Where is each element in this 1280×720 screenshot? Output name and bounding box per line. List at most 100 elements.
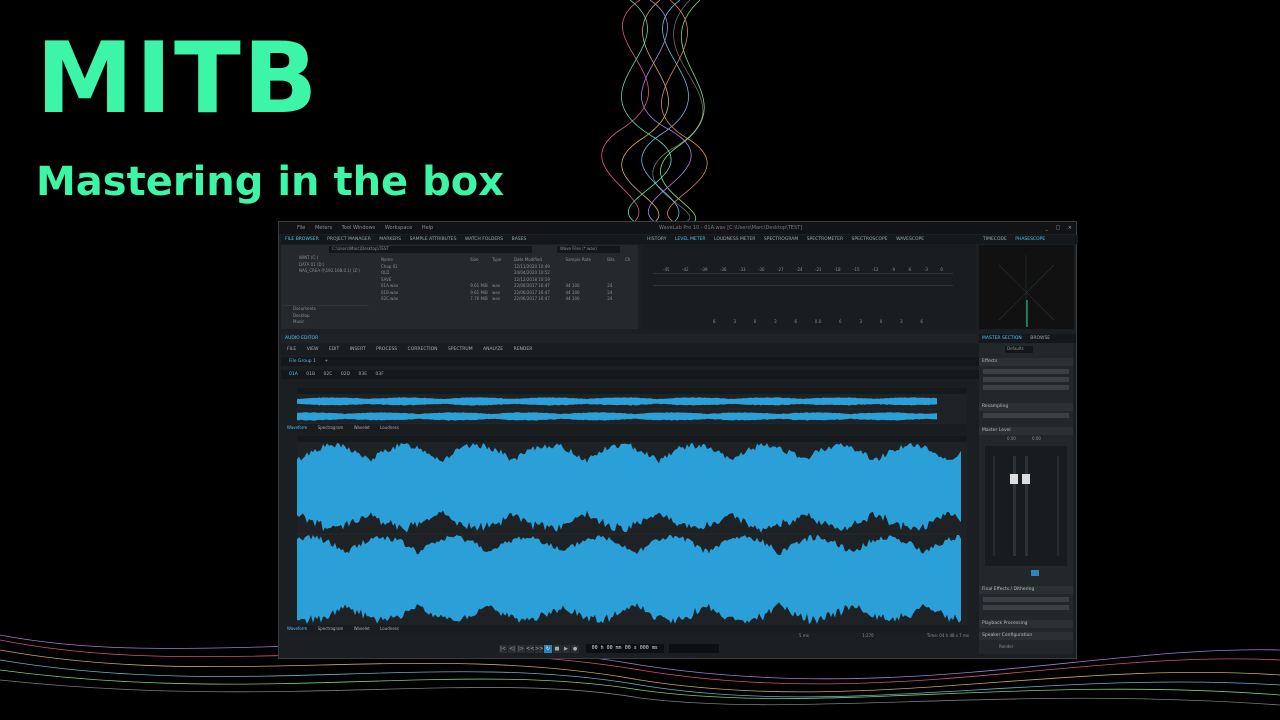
tab-spectrometer[interactable]: SPECTROMETER — [807, 237, 843, 242]
tab-wavescope[interactable]: WAVESCOPE — [896, 237, 924, 242]
ribbon-spectrum[interactable]: SPECTRUM — [448, 347, 473, 352]
ribbon-process[interactable]: PROCESS — [376, 347, 397, 352]
meter-bottom-tick-label: 3 — [900, 319, 903, 324]
view-tab-loudness[interactable]: Loudness — [380, 626, 399, 631]
main-waveform[interactable] — [297, 436, 967, 626]
add-group-icon[interactable]: + — [324, 359, 328, 364]
tree-item[interactable]: NAS_CREA (\\192.168.0.1) (Z:) — [283, 268, 369, 275]
master-level-left: 0.00 — [1007, 436, 1016, 441]
tab-browse[interactable]: BROWSE — [1030, 336, 1050, 341]
tab-file-browser[interactable]: FILE BROWSER — [285, 237, 319, 242]
tab-sample-attributes[interactable]: SAMPLE ATTRIBUTES — [410, 237, 457, 242]
fader-track-right — [1025, 456, 1028, 556]
file-tab[interactable]: 01B — [306, 372, 315, 377]
view-tab-spectrogram[interactable]: Spectrogram — [318, 626, 344, 631]
resampling-field[interactable] — [983, 413, 1069, 418]
tab-level-meter[interactable]: LEVEL METER — [675, 237, 706, 242]
tab-loudness-meter[interactable]: LOUDNESS METER — [714, 237, 755, 242]
tab-project-manager[interactable]: PROJECT MANAGER — [327, 237, 371, 242]
menu-workspace[interactable]: Workspace — [385, 225, 412, 231]
timecode-display[interactable]: 00 h 00 mn 00 s 000 ms — [585, 644, 664, 653]
file-tab[interactable]: 01A — [289, 372, 298, 377]
tab-timecode[interactable]: TIMECODE — [983, 237, 1007, 242]
final-effects-section[interactable]: Final Effects / Dithering — [979, 586, 1073, 594]
menu-help[interactable]: Help — [422, 225, 433, 231]
master-tabs: MASTER SECTION BROWSE — [979, 334, 1076, 343]
view-tab-waveform[interactable]: Waveform — [287, 626, 307, 631]
ribbon-view[interactable]: VIEW — [307, 347, 319, 352]
meter-bottom-tick-label: 6 — [713, 319, 716, 324]
view-tab-wavelet[interactable]: Wavelet — [354, 425, 370, 430]
fader-handle-right[interactable] — [1022, 474, 1030, 484]
tab-phasescope[interactable]: PHASESCOPE — [1015, 237, 1045, 242]
ribbon-correction[interactable]: CORRECTION — [408, 347, 438, 352]
playback-processing-section[interactable]: Playback Processing — [979, 620, 1073, 628]
effects-section[interactable]: Effects — [979, 358, 1073, 366]
view-tab-spectrogram[interactable]: Spectrogram — [318, 425, 344, 430]
file-tab[interactable]: 02D — [341, 372, 350, 377]
tab-spectroscope[interactable]: SPECTROSCOPE — [852, 237, 888, 242]
tab-master-section[interactable]: MASTER SECTION — [982, 336, 1022, 341]
meter-line — [653, 285, 953, 286]
record-icon[interactable]: ● — [571, 644, 579, 653]
ribbon-insert[interactable]: INSERT — [350, 347, 366, 352]
effect-slot[interactable] — [983, 377, 1069, 382]
file-tab[interactable]: 03F — [375, 372, 383, 377]
minimize-icon[interactable]: _ — [1045, 225, 1048, 231]
dither-slot[interactable] — [983, 605, 1069, 610]
ribbon-edit[interactable]: EDIT — [329, 347, 339, 352]
secondary-time-display[interactable] — [669, 644, 720, 653]
banner-subtitle: Mastering in the box — [36, 159, 505, 205]
meter-bottom-tick-label: 6 — [794, 319, 797, 324]
drive-tree: WINT (C:) DATA 01 (D:) NAS_CREA (\\192.1… — [283, 255, 369, 305]
view-tab-waveform[interactable]: Waveform — [287, 425, 307, 430]
file-tab[interactable]: 02C — [324, 372, 333, 377]
forward-icon[interactable]: >> — [535, 644, 543, 653]
favorite-item[interactable]: Music — [283, 319, 369, 326]
resampling-section[interactable]: Resampling — [979, 403, 1073, 411]
tab-spectrogram[interactable]: SPECTROGRAM — [764, 237, 798, 242]
fader-handle-left[interactable] — [1010, 474, 1018, 484]
cell-ch — [625, 296, 635, 303]
menu-meters[interactable]: Meters — [315, 225, 332, 231]
tab-watch-folders[interactable]: WATCH FOLDERS — [465, 237, 503, 242]
effect-slot[interactable] — [983, 385, 1069, 390]
prev-marker-icon[interactable]: <| — [508, 644, 516, 653]
meter-bottom-tick-label: 3 — [774, 319, 777, 324]
stop-icon[interactable]: ■ — [553, 644, 561, 653]
menu-tool-windows[interactable]: Tool Windows — [342, 225, 376, 231]
tab-markers[interactable]: MARKERS — [379, 237, 401, 242]
ribbon-render[interactable]: RENDER — [514, 347, 533, 352]
loop-icon[interactable]: ↻ — [544, 644, 552, 653]
master-level-section[interactable]: Master Level — [979, 427, 1073, 435]
filter-select[interactable]: Wave Files (*.wav) — [557, 246, 620, 253]
close-icon[interactable]: × — [1068, 225, 1072, 231]
ribbon-file[interactable]: FILE — [287, 347, 296, 352]
meter-bottom-tick-label: 0.0 — [814, 319, 822, 324]
tab-bases[interactable]: BASES — [512, 237, 527, 242]
dither-slot[interactable] — [983, 597, 1069, 602]
rewind-icon[interactable]: << — [526, 644, 534, 653]
mono-toggle-icon[interactable] — [1031, 570, 1039, 576]
file-tab[interactable]: 03E — [358, 372, 367, 377]
window-title: WaveLab Pro 10 - 01A.wav [C:\Users\Marc\… — [659, 225, 803, 231]
effect-slot[interactable] — [983, 369, 1069, 374]
speaker-configuration-section[interactable]: Speaker Configuration — [979, 632, 1073, 640]
play-icon[interactable]: ▶ — [562, 644, 570, 653]
view-tab-wavelet[interactable]: Wavelet — [354, 626, 370, 631]
cell-name: 02C.wav — [381, 296, 399, 301]
ribbon-analyze[interactable]: ANALYZE — [483, 347, 503, 352]
table-row[interactable]: 02C.wav 7.76 MiB wav 22/06/2017 16:47 44 100… — [373, 296, 635, 303]
next-marker-icon[interactable]: |> — [517, 644, 525, 653]
file-group-tab[interactable]: File Group 1 — [289, 359, 316, 364]
tab-history[interactable]: HISTORY — [647, 237, 666, 242]
render-button[interactable]: Render — [999, 644, 1013, 651]
editor-status: 5 ms 1:270 Time: 04 h 48 s 7 ms — [799, 633, 969, 640]
overview-waveform[interactable] — [297, 388, 967, 424]
path-field[interactable]: C:\Users\Marc\Desktop\TEST — [329, 246, 532, 253]
preset-select[interactable]: Defaults — [1005, 346, 1033, 353]
menu-file[interactable]: File — [297, 225, 305, 231]
view-tab-loudness[interactable]: Loudness — [380, 425, 399, 430]
to-start-icon[interactable]: |< — [499, 644, 507, 653]
maximize-icon[interactable]: □ — [1055, 225, 1060, 231]
